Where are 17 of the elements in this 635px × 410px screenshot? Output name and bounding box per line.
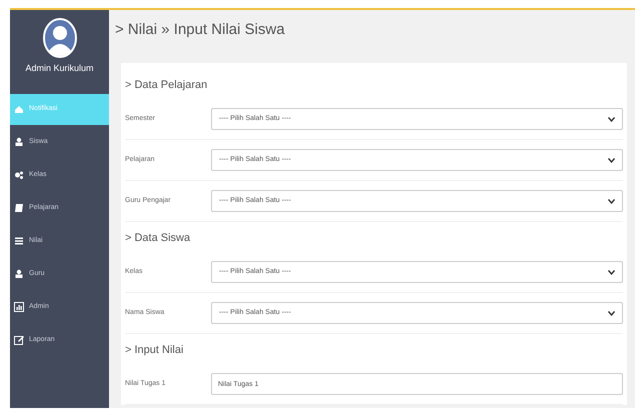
chevron-down-icon xyxy=(608,310,615,316)
section-heading: > Input Nilai xyxy=(125,343,184,358)
home-icon xyxy=(14,104,24,114)
chevron-down-icon xyxy=(608,116,615,122)
avatar-icon xyxy=(42,18,78,58)
section-heading: > Data Siswa xyxy=(125,231,192,246)
user-name: Admin Kurikulum xyxy=(25,62,94,75)
chevron-down-icon xyxy=(608,158,615,162)
chevron-down-icon xyxy=(608,198,615,204)
chart-icon xyxy=(14,302,24,312)
user-icon xyxy=(14,137,24,147)
chevron-down-icon xyxy=(608,270,615,274)
user-icon xyxy=(14,269,24,279)
list-icon xyxy=(14,236,24,246)
page-title: > Nilai » Input Nilai Siswa xyxy=(115,20,286,40)
section-heading: > Data Pelajaran xyxy=(125,78,208,93)
edit-icon xyxy=(14,335,24,345)
